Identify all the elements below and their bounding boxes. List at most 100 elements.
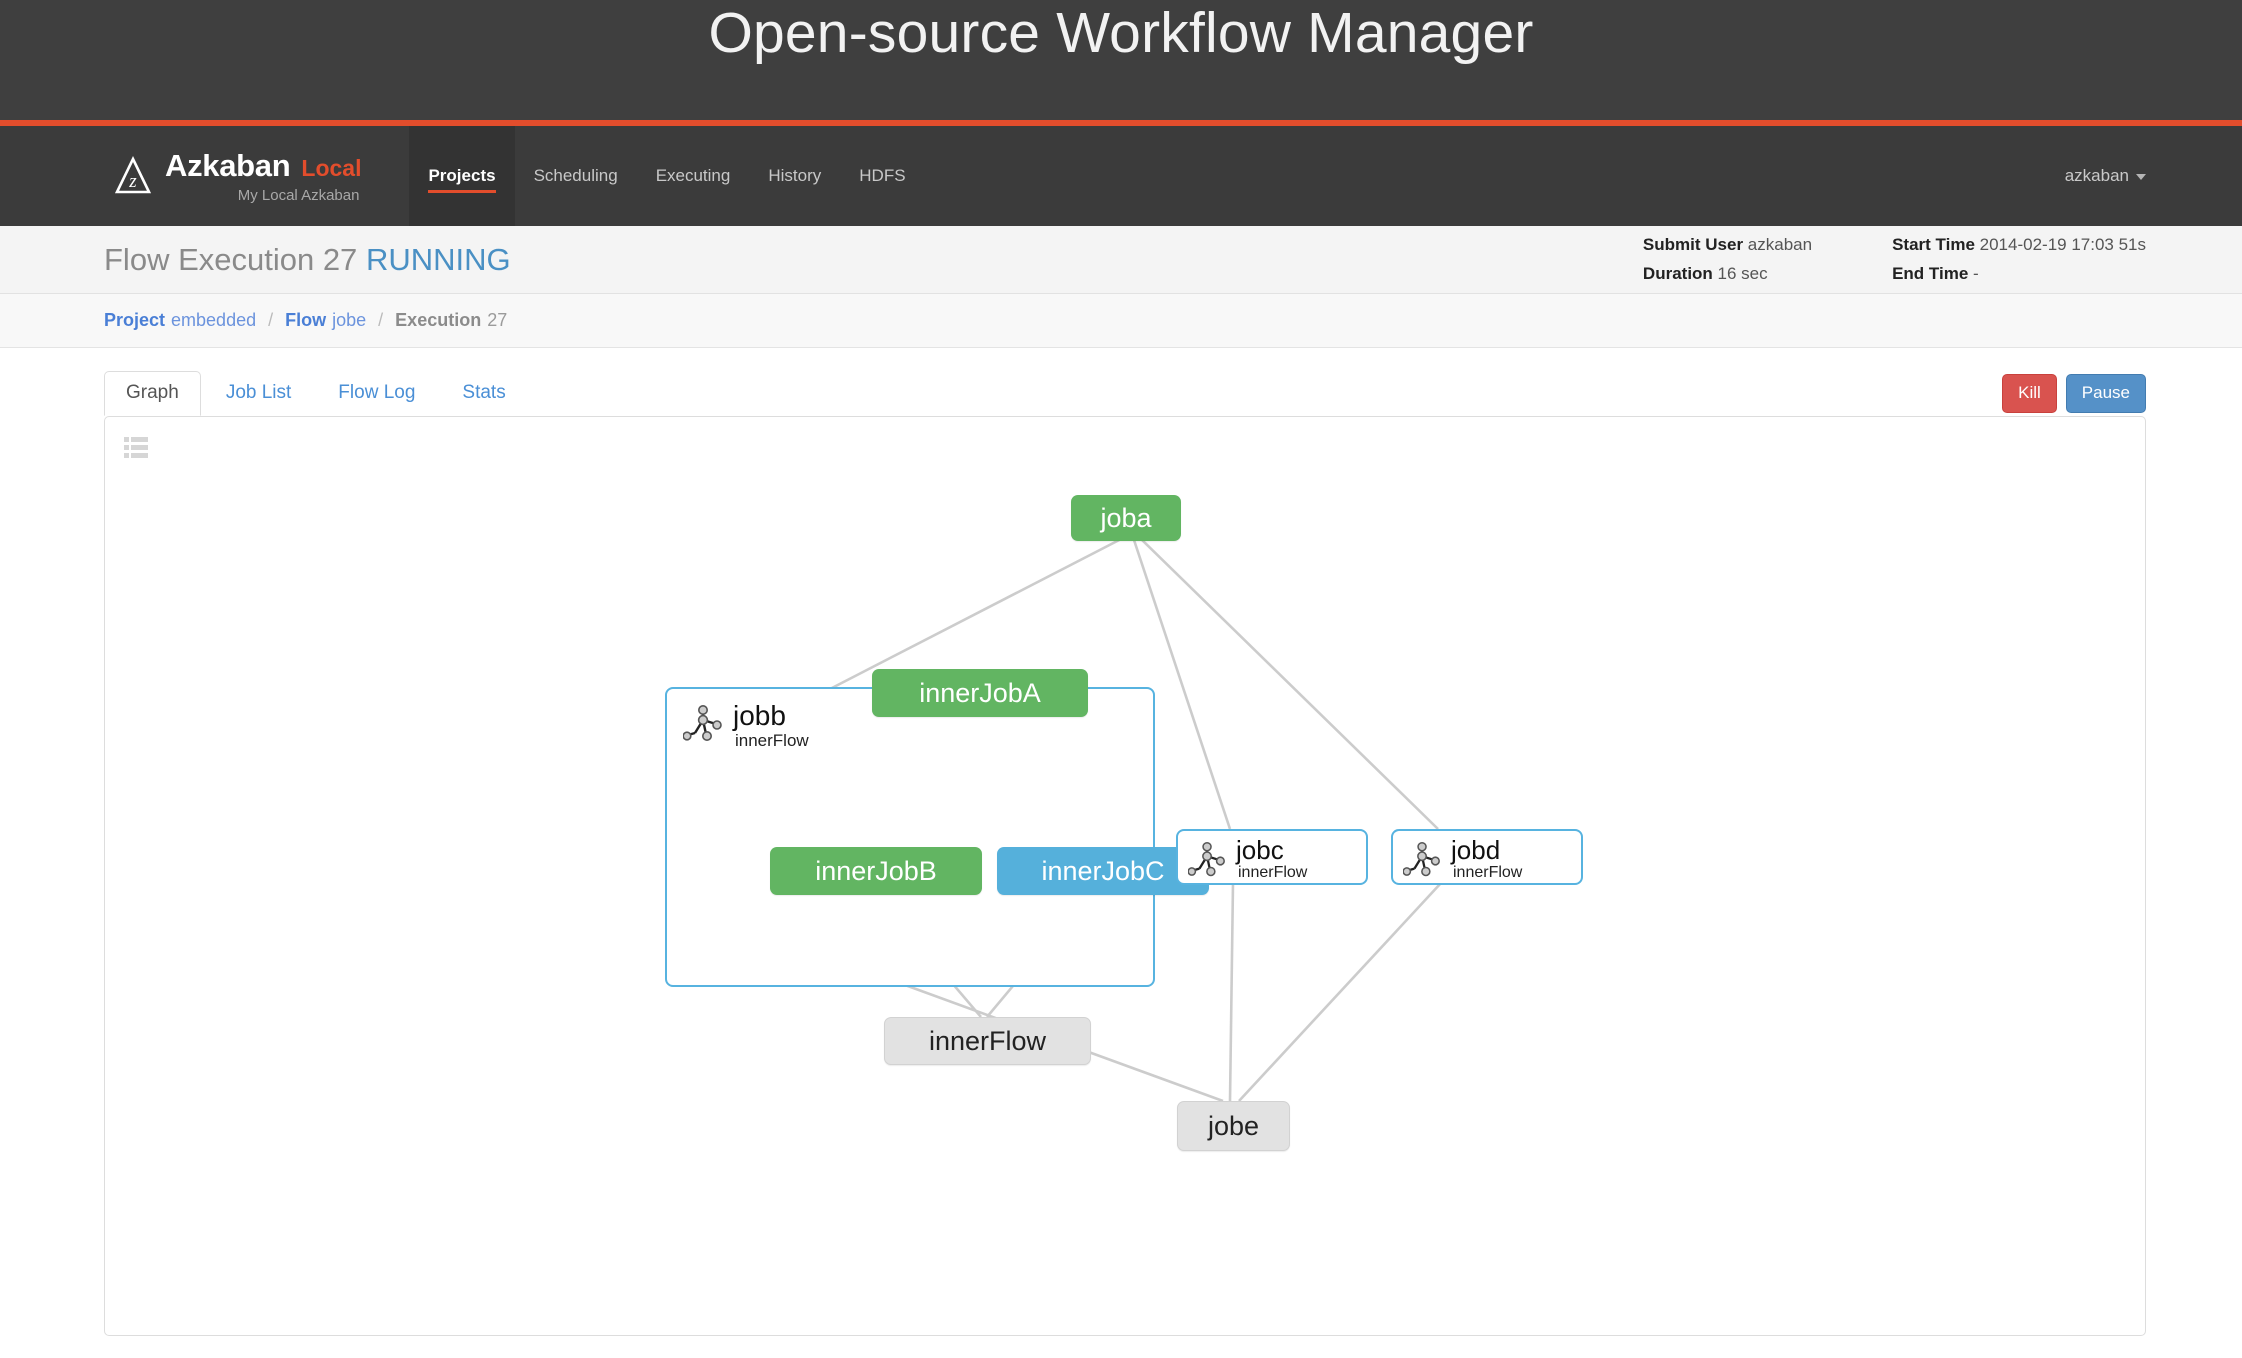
flowbox-header-jobd: jobd innerFlow	[1403, 837, 1522, 883]
breadcrumb-item-flow[interactable]: Flow jobe	[285, 310, 366, 331]
nav-menu: Projects Scheduling Executing History HD…	[409, 126, 924, 226]
flowbox-name: jobc	[1236, 835, 1284, 865]
nav-right-area: azkaban	[2065, 126, 2242, 226]
flow-tree-icon	[1188, 841, 1225, 877]
execution-meta: Submit User azkaban Duration 16 sec Star…	[1643, 235, 2242, 284]
main-navbar: z Azkaban Local My Local Azkaban Project…	[0, 126, 2242, 226]
meta-column-user: Submit User azkaban Duration 16 sec	[1643, 235, 1812, 284]
graph-node-label: jobe	[1207, 1110, 1260, 1141]
nav-item-hdfs[interactable]: HDFS	[840, 126, 924, 226]
breadcrumb-item-project[interactable]: Project embedded	[104, 310, 256, 331]
meta-start-time: Start Time 2014-02-19 17:03 51s	[1892, 235, 2146, 255]
graph-node-label: innerJobB	[815, 855, 937, 886]
breadcrumb-project-value: embedded	[171, 310, 257, 330]
edge-joba-jobd	[1138, 536, 1439, 830]
banner-title: Open-source Workflow Manager	[708, 1, 1534, 65]
page-title: Flow Execution 27 RUNNING	[0, 242, 511, 278]
edge-jobd-jobe	[1238, 882, 1442, 1102]
graph-node-innerJobA[interactable]: innerJobA	[872, 669, 1088, 717]
nav-item-projects[interactable]: Projects	[409, 126, 515, 226]
nav-item-label: HDFS	[859, 166, 906, 185]
meta-duration: Duration 16 sec	[1643, 264, 1812, 284]
meta-column-time: Start Time 2014-02-19 17:03 51s End Time…	[1892, 235, 2146, 284]
graph-panel: joba jobb innerFlow innerJobA innerJobB …	[104, 416, 2146, 1336]
graph-node-label: innerJobA	[919, 677, 1041, 708]
tab-job-list[interactable]: Job List	[204, 371, 313, 416]
brand-subtitle: My Local Azkaban	[237, 187, 360, 204]
flowbox-name: jobd	[1451, 835, 1501, 865]
azkaban-logo-icon: z	[114, 156, 152, 194]
page-title-text: Flow Execution 27	[104, 241, 358, 277]
execution-header: Flow Execution 27 RUNNING Submit User az…	[0, 226, 2242, 294]
breadcrumb-execution-value: 27	[487, 310, 508, 330]
edge-joba-jobb	[829, 535, 1126, 691]
kill-button-label: Kill	[2018, 383, 2041, 402]
breadcrumb-item-execution: Execution 27	[395, 310, 507, 331]
nav-item-history[interactable]: History	[749, 126, 840, 226]
tab-label: Job List	[225, 382, 292, 403]
meta-label: End Time	[1892, 264, 1969, 283]
tab-stats[interactable]: Stats	[440, 371, 527, 416]
graph-node-innerFlow[interactable]: innerFlow	[884, 1017, 1091, 1065]
graph-node-innerJobB[interactable]: innerJobB	[770, 847, 982, 895]
brand-local-label: Local	[301, 155, 362, 181]
graph-node-label: innerJobC	[1041, 855, 1165, 886]
breadcrumb-project-label: Project	[104, 310, 166, 330]
meta-value: -	[1973, 264, 1979, 283]
graph-flowbox-jobc[interactable]: jobc innerFlow	[1176, 829, 1368, 885]
meta-end-time: End Time -	[1892, 264, 2146, 284]
graph-node-label: joba	[1100, 502, 1152, 533]
meta-value: azkaban	[1747, 235, 1813, 254]
tab-list: Graph Job List Flow Log Stats	[104, 371, 528, 416]
breadcrumb-flow-value: jobe	[332, 310, 367, 330]
flow-tree-icon	[1403, 841, 1440, 877]
flow-tree-icon	[683, 705, 722, 741]
breadcrumb-execution-label: Execution	[395, 310, 482, 330]
breadcrumb: Project embedded / Flow jobe / Execution 27	[0, 294, 2242, 348]
graph-node-label: innerFlow	[928, 1025, 1047, 1056]
kill-button[interactable]: Kill	[2002, 374, 2057, 413]
meta-value: 2014-02-19 17:03 51s	[1979, 235, 2146, 254]
brand-link[interactable]: z Azkaban Local My Local Azkaban	[0, 126, 381, 226]
meta-label: Start Time	[1892, 235, 1975, 254]
tab-label: Graph	[126, 382, 179, 403]
nav-item-label: Scheduling	[533, 166, 618, 185]
user-menu-label: azkaban	[2064, 166, 2129, 185]
chevron-down-icon	[2136, 173, 2146, 180]
pause-button-label: Pause	[2081, 383, 2130, 402]
tab-graph[interactable]: Graph	[104, 371, 201, 416]
flowbox-name: jobb	[733, 700, 786, 731]
meta-label: Duration	[1642, 264, 1713, 283]
tab-label: Flow Log	[338, 382, 416, 403]
tab-bar: Graph Job List Flow Log Stats Kill Pause	[0, 348, 2242, 416]
breadcrumb-separator: /	[268, 310, 274, 330]
flowbox-sublabel: innerFlow	[1238, 864, 1308, 881]
graph-node-joba[interactable]: joba	[1071, 495, 1181, 541]
execution-actions: Kill Pause	[2002, 374, 2146, 416]
svg-text:z: z	[128, 171, 137, 192]
flowbox-sublabel: innerFlow	[735, 731, 809, 750]
nav-item-label: Executing	[655, 166, 731, 185]
nav-item-executing[interactable]: Executing	[637, 126, 750, 226]
meta-label: Submit User	[1642, 235, 1744, 254]
graph-flowbox-jobb[interactable]: jobb innerFlow	[665, 687, 1155, 987]
brand-name: Azkaban	[165, 148, 291, 183]
breadcrumb-flow-label: Flow	[285, 310, 327, 330]
graph-node-jobe[interactable]: jobe	[1177, 1101, 1290, 1151]
pause-button[interactable]: Pause	[2065, 374, 2146, 413]
flowbox-sublabel: innerFlow	[1453, 864, 1523, 881]
user-menu[interactable]: azkaban	[2065, 166, 2146, 186]
nav-item-label: Projects	[428, 166, 496, 185]
status-badge: RUNNING	[365, 241, 511, 277]
flowbox-header-jobb: jobb innerFlow	[683, 701, 809, 751]
graph-flowbox-jobd[interactable]: jobd innerFlow	[1391, 829, 1583, 885]
nav-item-label: History	[768, 166, 822, 185]
tab-flow-log[interactable]: Flow Log	[316, 371, 437, 416]
edge-jobc-jobe	[1228, 882, 1235, 1102]
page-banner: Open-source Workflow Manager	[0, 0, 2242, 120]
meta-submit-user: Submit User azkaban	[1643, 235, 1812, 255]
breadcrumb-separator: /	[378, 310, 384, 330]
tab-label: Stats	[462, 382, 506, 403]
flowbox-header-jobc: jobc innerFlow	[1188, 837, 1307, 883]
nav-item-scheduling[interactable]: Scheduling	[515, 126, 637, 226]
